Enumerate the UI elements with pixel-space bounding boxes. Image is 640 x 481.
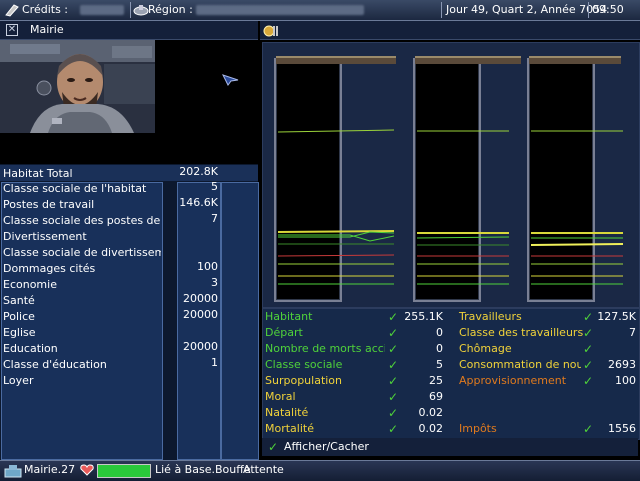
stat-label: Travailleurs [459,310,522,323]
stat-label: Natalité [265,406,309,419]
stat-label: Approvisionnement [459,374,567,387]
heart-icon [80,464,94,479]
check-icon[interactable]: ✓ [583,341,593,357]
table-row-value: 20000 [183,340,218,353]
stat-value: 255.1K [404,310,443,323]
stat-value: 100 [615,374,636,387]
health-bar-fill [98,465,150,477]
table-row-label: Classe d'éducation [3,358,107,371]
health-bar [97,464,151,478]
stat-label: Habitant [265,310,313,323]
stat-label: Chômage [459,342,512,355]
stat-value: 1556 [608,422,636,435]
location-label: Mairie.27 [24,463,76,476]
graph-lines [277,129,624,285]
table-row-label: Loyer [3,374,34,387]
stat-value: 2693 [608,358,636,371]
graph-3-series [530,130,624,285]
stat-label: Classe des travailleurs [459,326,584,339]
table-row-label: Education [3,342,58,355]
table-row-value: 1 [211,356,218,369]
stat-value: 25 [429,374,443,387]
stat-value: 0 [436,342,443,355]
stat-label: Moral [265,390,296,403]
stat-value: 0.02 [418,406,444,419]
bottom-status-bar: Mairie.27 Lié à Base.Bouffe Attente [0,460,640,481]
stat-value: 7 [629,326,636,339]
check-icon: ✓ [268,440,279,454]
building-icon [4,464,22,481]
stat-label: Nombre de morts acciden [265,342,385,355]
show-hide-toggle[interactable]: ✓ Afficher/Cacher [262,438,638,456]
stat-label: Consommation de nourrit [459,358,581,371]
stat-label: Classe sociale [265,358,343,371]
stat-value: 69 [429,390,443,403]
stat-value: 0.02 [418,422,444,435]
link-status: Lié à Base.Bouffe [155,463,251,476]
graph-1-series [277,129,395,285]
stat-value: 5 [436,358,443,371]
graph-2-series [416,130,510,285]
stat-label: Surpopulation [265,374,343,387]
stat-label: Mortalité [265,422,314,435]
stat-value: 0 [436,326,443,339]
table-row-label: Eglise [3,326,36,339]
table-row-label: Police [3,310,35,323]
stat-label: Impôts [459,422,497,435]
stat-value: 127.5K [597,310,636,323]
stat-label: Départ [265,326,303,339]
toggle-label: Afficher/Cacher [284,440,369,453]
activity-status: Attente [243,463,284,476]
